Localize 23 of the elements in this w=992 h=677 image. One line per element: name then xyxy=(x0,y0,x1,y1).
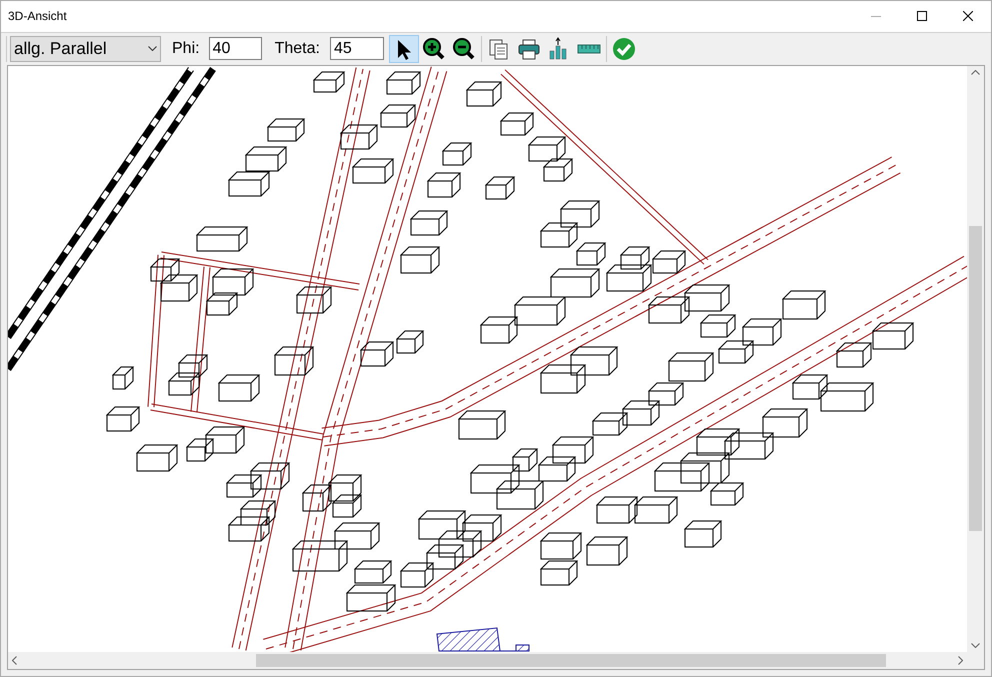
zoom-out-icon xyxy=(452,36,476,61)
scroll-up-icon xyxy=(971,70,980,75)
theta-label: Theta: xyxy=(274,38,320,59)
pointer-tool-button[interactable] xyxy=(388,34,419,63)
checkmark-icon xyxy=(612,36,636,61)
dropdown-caret-icon xyxy=(148,46,157,52)
printer-icon xyxy=(516,36,541,61)
window-title: 3D-Ansicht xyxy=(8,8,67,26)
scrollbar-thumb[interactable] xyxy=(256,654,886,667)
theta-input[interactable]: 45 xyxy=(330,37,384,60)
minimize-icon xyxy=(871,16,881,17)
scrollbar-thumb[interactable] xyxy=(969,226,982,531)
maximize-icon xyxy=(917,11,927,22)
scroll-down-icon xyxy=(971,643,980,648)
close-icon xyxy=(963,11,973,22)
zoom-in-icon xyxy=(422,36,446,61)
phi-label: Phi: xyxy=(172,38,200,59)
vertical-scrollbar[interactable] xyxy=(967,66,984,652)
projection-dropdown[interactable]: allg. Parallel xyxy=(10,36,161,62)
phi-input[interactable]: 40 xyxy=(208,37,262,60)
scroll-right-icon xyxy=(958,656,963,665)
scroll-left-icon xyxy=(12,656,17,665)
horizontal-scrollbar[interactable] xyxy=(8,652,967,669)
